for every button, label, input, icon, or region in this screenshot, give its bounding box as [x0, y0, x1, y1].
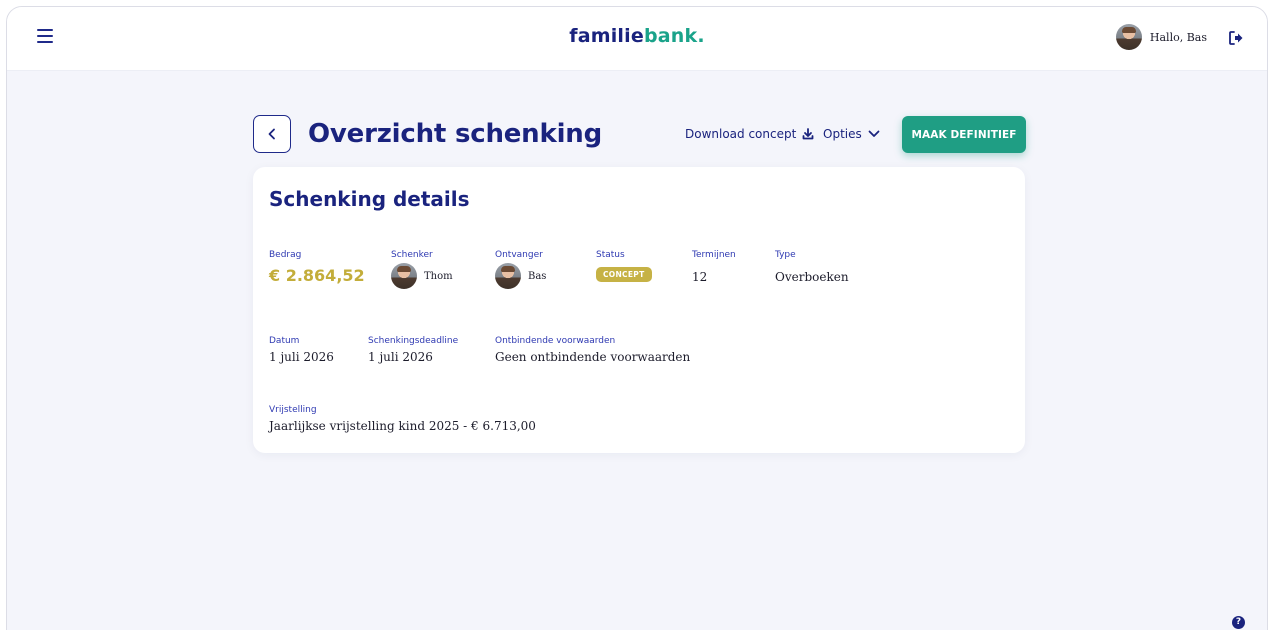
field-terms: Termijnen 12 — [692, 250, 736, 284]
receiver-label: Ontvanger — [495, 250, 543, 260]
back-button[interactable] — [253, 115, 291, 153]
logo-text-bank: bank — [643, 25, 698, 47]
options-dropdown[interactable]: Opties — [823, 127, 880, 141]
amount-value: € 2.864,52 — [269, 266, 365, 285]
familiebank-logo[interactable]: familiebank. — [7, 25, 1267, 47]
exemption-label: Vrijstelling — [269, 405, 317, 415]
type-value: Overboeken — [775, 270, 849, 284]
chevron-left-icon — [268, 128, 275, 140]
logo-dot: . — [697, 25, 705, 47]
date-value: 1 juli 2026 — [269, 350, 334, 364]
logo-text-familie: familie — [569, 25, 644, 47]
field-date: Datum 1 juli 2026 — [269, 336, 334, 364]
top-bar: familiebank. Hallo, Bas — [7, 7, 1267, 71]
field-status: Status CONCEPT — [596, 250, 652, 282]
giver-label: Schenker — [391, 250, 433, 260]
user-avatar[interactable] — [1115, 24, 1142, 50]
terms-label: Termijnen — [692, 250, 736, 260]
type-label: Type — [775, 250, 796, 260]
field-receiver: Ontvanger Bas — [495, 250, 546, 289]
field-exemption: Vrijstelling Jaarlijkse vrijstelling kin… — [269, 405, 536, 433]
amount-label: Bedrag — [269, 250, 302, 260]
download-concept-label: Download concept — [685, 127, 797, 141]
card-title: Schenking details — [269, 187, 470, 211]
status-badge: CONCEPT — [596, 267, 652, 282]
field-deadline: Schenkingsdeadline 1 juli 2026 — [368, 336, 458, 364]
receiver-person: Bas — [495, 263, 546, 289]
user-greeting: Hallo, Bas — [1149, 30, 1207, 44]
download-concept-link[interactable]: Download concept — [685, 127, 814, 141]
deadline-value: 1 juli 2026 — [368, 350, 433, 364]
deadline-label: Schenkingsdeadline — [368, 336, 459, 346]
field-giver: Schenker Thom — [391, 250, 453, 289]
conditions-label: Ontbindende voorwaarden — [495, 336, 616, 346]
details-card: Schenking details Bedrag € 2.864,52 Sche… — [253, 167, 1025, 453]
logout-icon[interactable] — [1227, 29, 1245, 47]
page-header: Overzicht schenking Download concept Opt… — [253, 115, 1026, 155]
page-title: Overzicht schenking — [308, 119, 603, 149]
options-label: Opties — [823, 127, 862, 141]
conditions-value: Geen ontbindende voorwaarden — [495, 350, 691, 364]
make-definitive-button[interactable]: MAAK DEFINITIEF — [902, 116, 1026, 153]
logout-icon-svg — [1229, 31, 1243, 45]
exemption-value: Jaarlijkse vrijstelling kind 2025 - € 6.… — [269, 419, 536, 433]
terms-value: 12 — [692, 270, 708, 284]
receiver-name: Bas — [528, 270, 547, 282]
giver-name: Thom — [424, 270, 453, 282]
status-label: Status — [596, 250, 625, 260]
user-menu[interactable]: Hallo, Bas — [1115, 24, 1207, 50]
giver-avatar — [391, 263, 417, 289]
help-icon[interactable]: ? — [1232, 616, 1245, 629]
field-type: Type Overboeken — [775, 250, 849, 284]
chevron-down-icon — [868, 130, 880, 137]
field-amount: Bedrag € 2.864,52 — [269, 250, 365, 285]
giver-person: Thom — [391, 263, 453, 289]
receiver-avatar — [495, 263, 521, 289]
field-conditions: Ontbindende voorwaarden Geen ontbindende… — [495, 336, 690, 364]
download-icon — [802, 128, 814, 140]
app-frame: familiebank. Hallo, Bas Overzicht schenk… — [6, 6, 1268, 630]
date-label: Datum — [269, 336, 300, 346]
